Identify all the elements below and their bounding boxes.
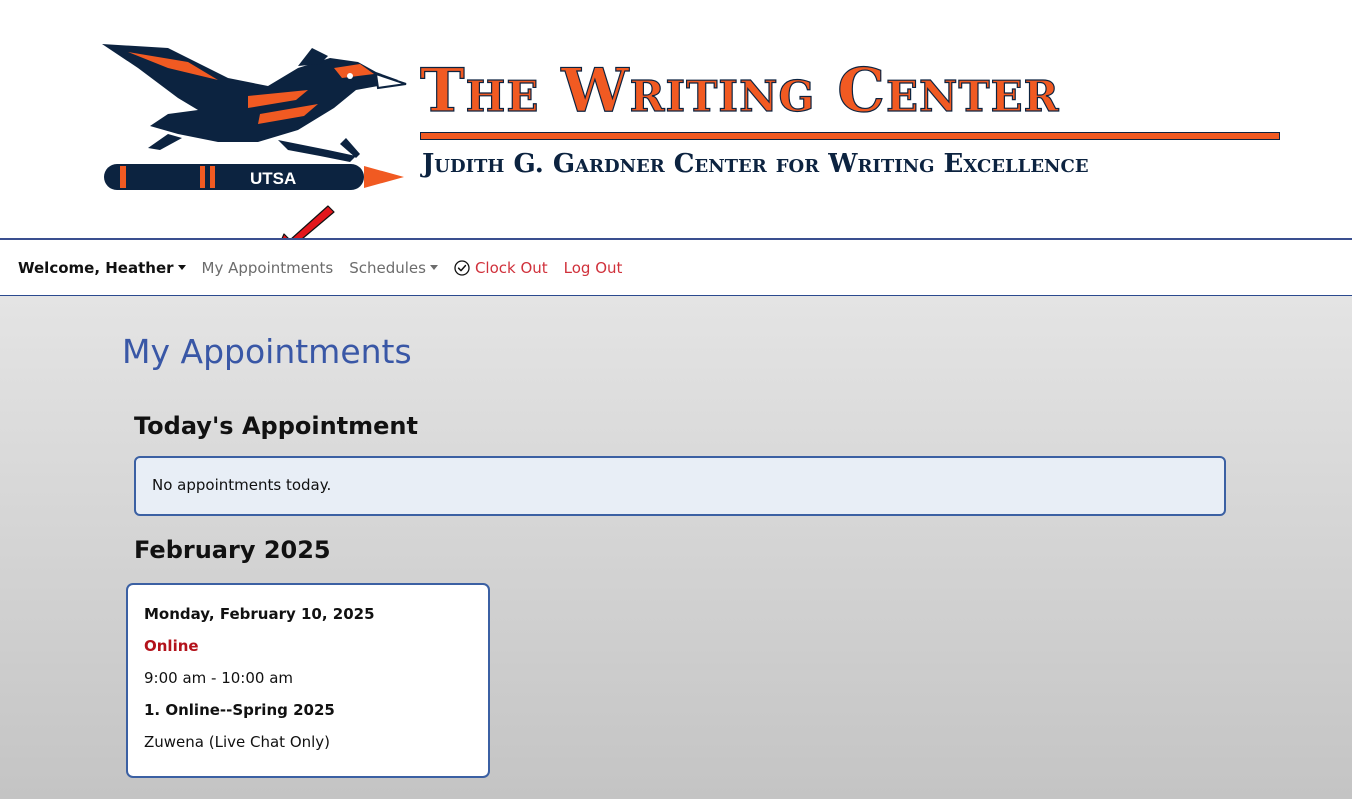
appointment-card[interactable]: Monday, February 10, 2025 Online 9:00 am…: [126, 583, 490, 778]
caret-down-icon: [177, 265, 186, 270]
title-divider: [420, 132, 1280, 140]
site-title: The Writing Center: [419, 55, 1060, 126]
clock-out-label: Clock Out: [474, 258, 548, 277]
utsa-logo-text: UTSA: [250, 169, 296, 188]
main-navbar: Welcome, Heather My Appointments Schedul…: [0, 238, 1352, 296]
appointment-date: Monday, February 10, 2025: [144, 605, 375, 623]
site-title-block: The Writing Center Judith G. Gardner Cen…: [419, 52, 1282, 192]
caret-down-icon: [429, 265, 438, 270]
appointment-schedule: 1. Online--Spring 2025: [144, 701, 335, 719]
welcome-label: Welcome, Heather: [18, 258, 174, 277]
month-heading: February 2025: [134, 536, 331, 564]
header-banner: UTSA The Writing Center Judith G. Gardne…: [0, 0, 1352, 238]
welcome-user-dropdown[interactable]: Welcome, Heather: [18, 259, 186, 277]
clock-out-link[interactable]: Clock Out: [454, 259, 548, 277]
no-appointments-message: No appointments today.: [152, 476, 332, 494]
no-appointments-alert: No appointments today.: [134, 456, 1226, 516]
today-appointment-heading: Today's Appointment: [134, 412, 418, 440]
main-content: My Appointments Today's Appointment No a…: [0, 296, 1352, 799]
page-title: My Appointments: [122, 332, 412, 371]
appointment-time: 9:00 am - 10:00 am: [144, 669, 294, 687]
schedules-label: Schedules: [349, 258, 426, 277]
appointment-consultant: Zuwena (Live Chat Only): [144, 733, 331, 751]
nav-my-appointments[interactable]: My Appointments: [202, 259, 334, 277]
log-out-link[interactable]: Log Out: [564, 259, 623, 277]
site-subtitle: Judith G. Gardner Center for Writing Exc…: [422, 149, 1089, 179]
appointment-location: Online: [144, 637, 199, 655]
check-circle-icon: [454, 259, 470, 276]
schedules-dropdown[interactable]: Schedules: [349, 259, 438, 277]
roadrunner-pen-logo: UTSA: [102, 44, 407, 190]
